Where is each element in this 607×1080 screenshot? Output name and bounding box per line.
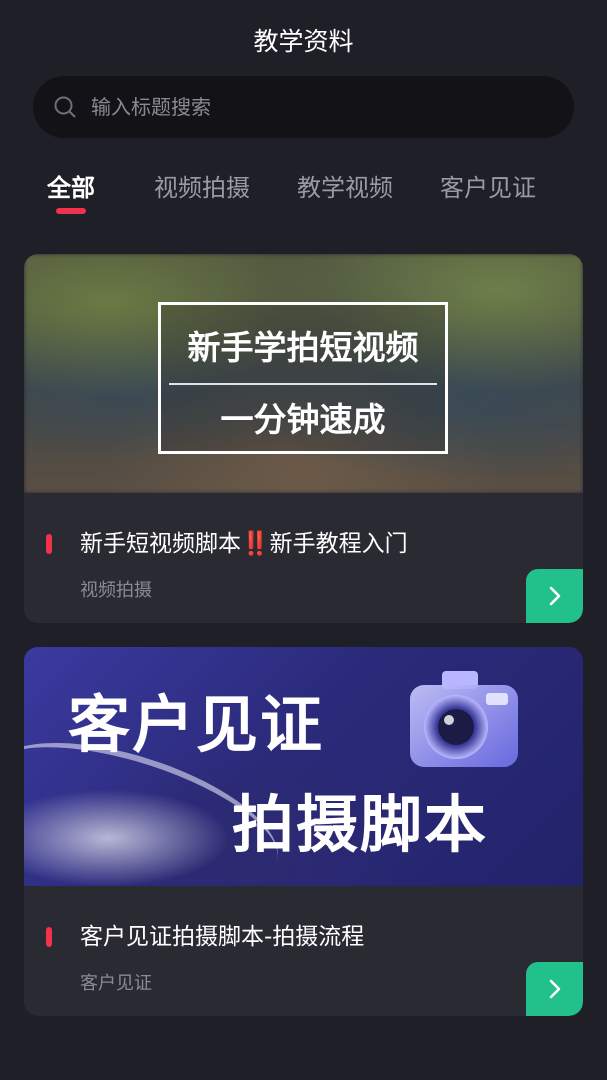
title-marker <box>46 927 52 947</box>
card-cover-image: 客户见证 拍摄脚本 <box>24 647 583 886</box>
tab-label: 客户见证 <box>440 174 536 202</box>
cover-headline: 新手学拍短视频 <box>187 328 419 367</box>
tab-all[interactable]: 全部 <box>47 170 95 214</box>
tab-customer-testimonial[interactable]: 客户见证 <box>440 170 536 206</box>
open-card-button[interactable] <box>526 962 583 1016</box>
cover-headline: 客户见证 <box>68 688 325 761</box>
page-title: 教学资料 <box>253 27 354 56</box>
material-card[interactable]: 新手学拍短视频 一分钟速成 新手短视频脚本‼️新手教程入门 视频拍摄 <box>24 254 583 623</box>
tab-video-shooting[interactable]: 视频拍摄 <box>154 170 250 206</box>
search-bar[interactable] <box>33 76 574 138</box>
title-marker <box>46 534 52 554</box>
card-category: 客户见证 <box>80 973 152 994</box>
open-card-button[interactable] <box>526 569 583 623</box>
card-category: 视频拍摄 <box>80 580 152 601</box>
tab-label: 全部 <box>47 174 95 202</box>
material-card[interactable]: 客户见证 拍摄脚本 客户见证拍摄脚本-拍摄流程 客户见证 <box>24 647 583 1016</box>
card-title: 新手短视频脚本‼️新手教程入门 <box>80 531 408 557</box>
camera-icon <box>410 671 518 767</box>
tab-teaching-video[interactable]: 教学视频 <box>297 170 393 206</box>
tab-label: 教学视频 <box>297 174 393 202</box>
cover-subheadline: 一分钟速成 <box>220 400 386 439</box>
cover-divider <box>169 383 437 385</box>
card-title-row: 客户见证拍摄脚本-拍摄流程 <box>46 919 513 955</box>
cover-text-frame: 新手学拍短视频 一分钟速成 <box>158 302 448 454</box>
card-cover-image: 新手学拍短视频 一分钟速成 <box>24 254 583 493</box>
search-input[interactable] <box>89 94 574 120</box>
tab-label: 视频拍摄 <box>154 174 250 202</box>
active-tab-indicator <box>56 208 86 214</box>
cover-subheadline: 拍摄脚本 <box>232 788 489 861</box>
tab-bar: 全部 视频拍摄 教学视频 客户见证 <box>0 170 607 222</box>
chevron-right-icon <box>549 979 560 999</box>
search-icon <box>53 95 77 119</box>
card-title: 客户见证拍摄脚本-拍摄流程 <box>80 924 365 950</box>
chevron-right-icon <box>549 586 560 606</box>
card-title-row: 新手短视频脚本‼️新手教程入门 <box>46 526 513 562</box>
